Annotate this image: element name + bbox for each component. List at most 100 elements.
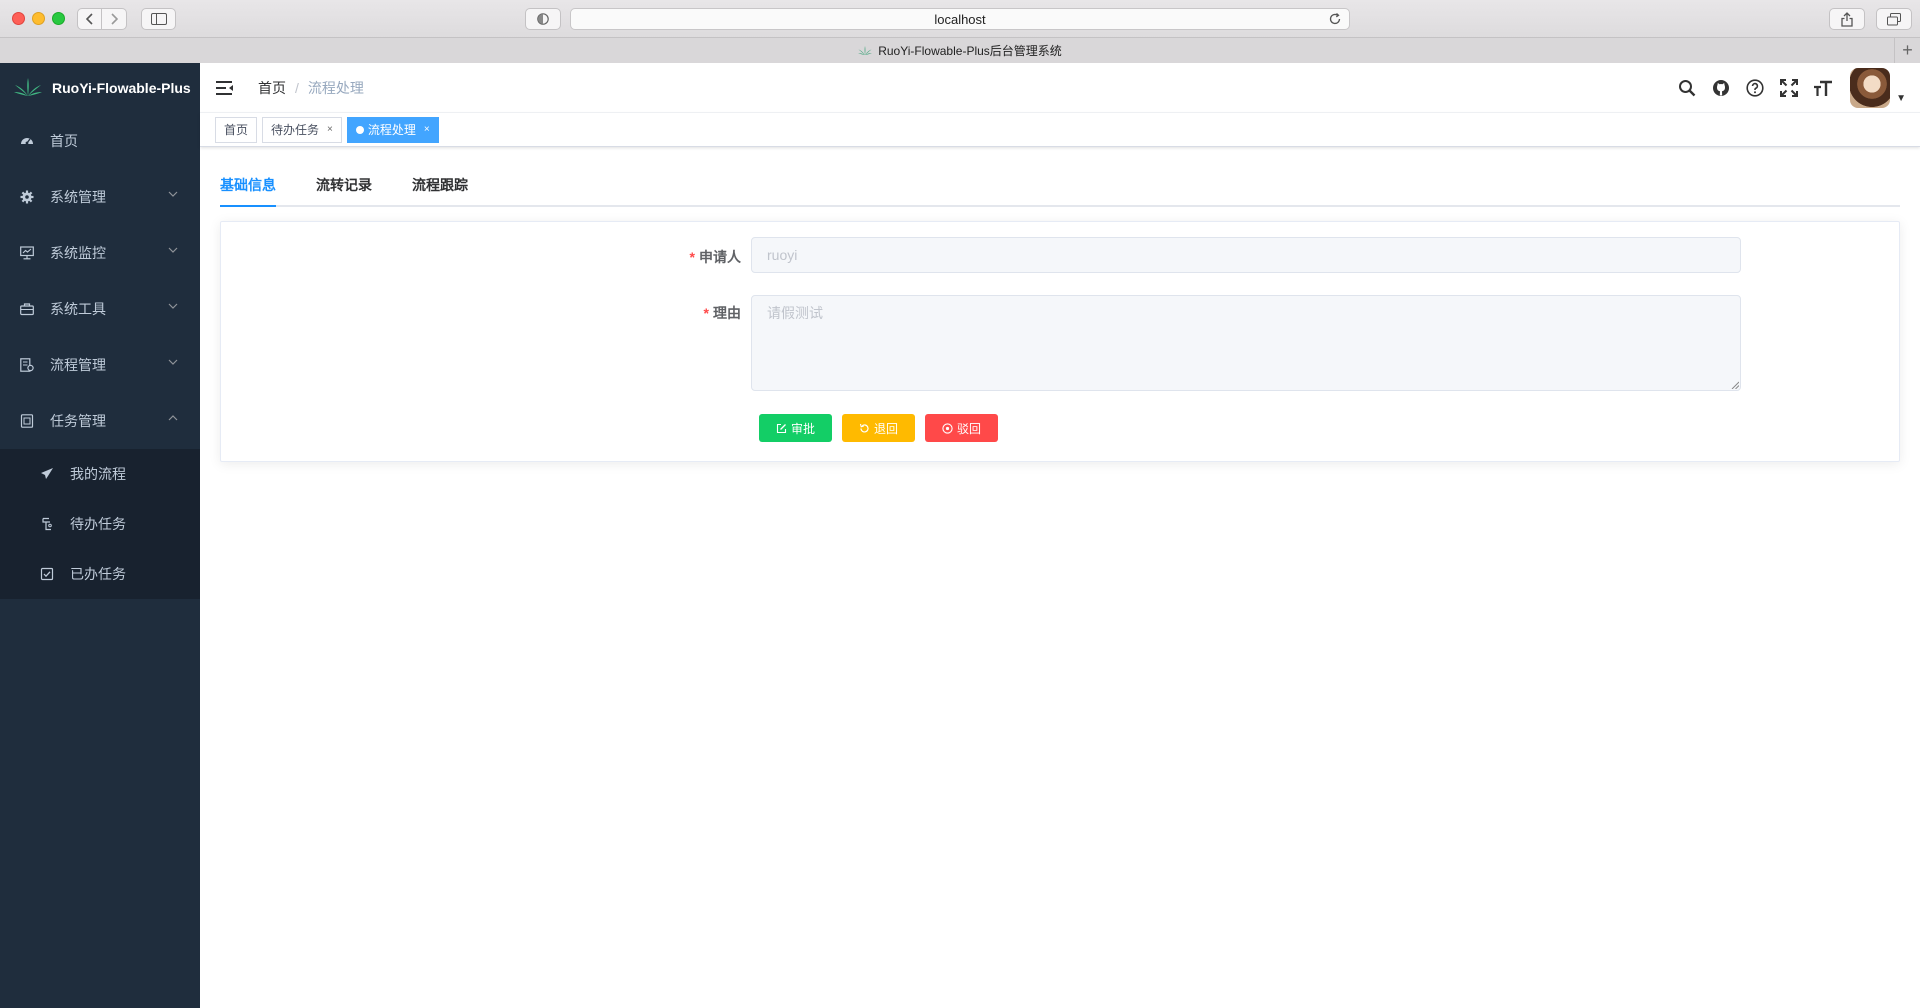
edit-icon	[776, 423, 787, 434]
tag-process-handle[interactable]: 流程处理 ×	[346, 116, 439, 143]
chevron-down-icon	[168, 191, 178, 197]
privacy-button[interactable]	[525, 8, 561, 30]
breadcrumb: 首页 / 流程处理	[258, 78, 364, 98]
fullscreen-icon[interactable]	[1772, 79, 1806, 97]
sidebar-item-label: 系统工具	[50, 301, 106, 317]
plus-icon: +	[1902, 40, 1913, 60]
share-button[interactable]	[1829, 8, 1865, 30]
new-tab-button[interactable]: +	[1894, 38, 1920, 63]
chevron-left-icon	[85, 13, 93, 25]
chevron-down-icon	[168, 359, 178, 365]
action-buttons: 审批 退回 驳回	[759, 414, 1008, 442]
sidebar-subitem-todo[interactable]: 待办任务	[0, 499, 200, 549]
avatar[interactable]	[1850, 68, 1891, 108]
applicant-label: * 申请人	[690, 247, 741, 267]
sidebar-subitem-done[interactable]: 已办任务	[0, 549, 200, 599]
tabs-overview-icon	[1887, 12, 1901, 25]
sidebar-item-label: 流程管理	[50, 357, 106, 373]
sidebar-item-process[interactable]: 流程管理	[0, 337, 200, 393]
sidebar: RuoYi-Flowable-Plus 首页 系统管理 系统监控 系统工具 流程…	[0, 63, 200, 1008]
approve-label: 审批	[790, 421, 815, 436]
close-window-button[interactable]	[12, 12, 25, 25]
breadcrumb-separator: /	[295, 79, 299, 96]
chevron-down-icon	[168, 247, 178, 253]
minimize-window-button[interactable]	[32, 12, 45, 25]
logo-icon	[14, 78, 42, 96]
tags-view: 首页 待办任务 × 流程处理 ×	[200, 113, 1920, 147]
tag-home[interactable]: 首页	[215, 116, 258, 143]
chevron-down-icon	[168, 303, 178, 309]
help-icon[interactable]	[1738, 79, 1772, 97]
show-tabs-button[interactable]	[1876, 8, 1912, 30]
tag-label: 首页	[224, 123, 249, 137]
sidebar-item-label: 首页	[50, 133, 78, 149]
sidebar-item-home[interactable]: 首页	[0, 113, 200, 169]
tabs: 基础信息 流转记录 流程跟踪	[220, 167, 1900, 207]
navbar-right-menu: ▼	[1670, 63, 1920, 113]
reason-label: * 理由	[704, 303, 741, 323]
close-icon[interactable]: ×	[424, 124, 430, 135]
applicant-input[interactable]: ruoyi	[751, 237, 1741, 273]
return-label: 退回	[873, 421, 898, 436]
search-icon[interactable]	[1670, 79, 1704, 97]
sidebar-item-tools[interactable]: 系统工具	[0, 281, 200, 337]
sidebar-item-monitor[interactable]: 系统监控	[0, 225, 200, 281]
github-icon[interactable]	[1704, 79, 1738, 97]
reload-icon[interactable]	[1328, 12, 1342, 26]
tab-flow-records[interactable]: 流转记录	[316, 165, 372, 205]
checkbox-icon	[40, 567, 54, 581]
favicon-icon	[858, 45, 873, 55]
required-mark: *	[689, 249, 695, 265]
close-icon[interactable]: ×	[327, 124, 333, 135]
sidebar-subitem-my-process[interactable]: 我的流程	[0, 449, 200, 499]
process-icon	[20, 358, 34, 372]
sidebar-item-label: 待办任务	[70, 516, 126, 532]
browser-chrome: localhost RuoYi-Flowable-Plus后台管理系统 +	[0, 0, 1920, 63]
hamburger-icon[interactable]	[216, 79, 234, 97]
gear-icon	[20, 190, 34, 204]
monitor-icon	[20, 246, 34, 260]
zoom-window-button[interactable]	[52, 12, 65, 25]
sidebar-item-system[interactable]: 系统管理	[0, 169, 200, 225]
approve-button[interactable]: 审批	[759, 414, 832, 442]
todo-icon	[40, 517, 54, 531]
navbar: 首页 / 流程处理 ▼	[200, 63, 1920, 113]
form-card: * 申请人 ruoyi * 理由 请假测试 审批 退回 驳回	[220, 221, 1900, 462]
reason-textarea[interactable]: 请假测试	[751, 295, 1741, 391]
main-area: 首页 / 流程处理 ▼ 首页 待办任务 × 流程处理 × 基础信息 流转记录 流…	[200, 63, 1920, 1008]
address-bar[interactable]: localhost	[570, 8, 1350, 30]
reject-label: 驳回	[956, 421, 981, 436]
tab-basic-info[interactable]: 基础信息	[220, 165, 276, 207]
refresh-icon	[859, 423, 870, 434]
browser-tab[interactable]: RuoYi-Flowable-Plus后台管理系统 +	[0, 37, 1920, 63]
sidebar-toggle-button[interactable]	[141, 8, 176, 30]
back-button[interactable]	[77, 8, 102, 30]
tag-todo[interactable]: 待办任务 ×	[262, 116, 342, 143]
task-submenu: 我的流程 待办任务 已办任务	[0, 449, 200, 599]
active-dot-icon	[355, 125, 364, 134]
sidebar-icon	[150, 13, 167, 25]
breadcrumb-home[interactable]: 首页	[258, 78, 286, 98]
applicant-label-text: 申请人	[699, 249, 741, 265]
tab-flow-tracking[interactable]: 流程跟踪	[412, 165, 468, 205]
page-content: 基础信息 流转记录 流程跟踪 * 申请人 ruoyi * 理由 请假测试 审批 …	[200, 147, 1920, 462]
return-button[interactable]: 退回	[842, 414, 915, 442]
tag-label: 流程处理	[367, 123, 416, 137]
sidebar-item-label: 任务管理	[50, 413, 106, 429]
reject-button[interactable]: 驳回	[925, 414, 998, 442]
caret-down-icon[interactable]: ▼	[1896, 93, 1906, 104]
applicant-value: ruoyi	[767, 247, 798, 263]
breadcrumb-current: 流程处理	[307, 79, 364, 96]
forward-button[interactable]	[102, 8, 127, 30]
resize-grip-icon[interactable]	[1731, 381, 1739, 389]
required-mark: *	[703, 305, 709, 321]
brand[interactable]: RuoYi-Flowable-Plus	[0, 63, 200, 113]
tag-label: 待办任务	[271, 123, 320, 137]
reason-label-text: 理由	[713, 305, 741, 321]
url-text: localhost	[934, 11, 986, 27]
sidebar-item-tasks[interactable]: 任务管理	[0, 393, 200, 449]
send-icon	[40, 467, 54, 481]
chevron-right-icon	[111, 13, 118, 25]
font-size-icon[interactable]	[1806, 79, 1840, 97]
toolbox-icon	[20, 302, 34, 316]
